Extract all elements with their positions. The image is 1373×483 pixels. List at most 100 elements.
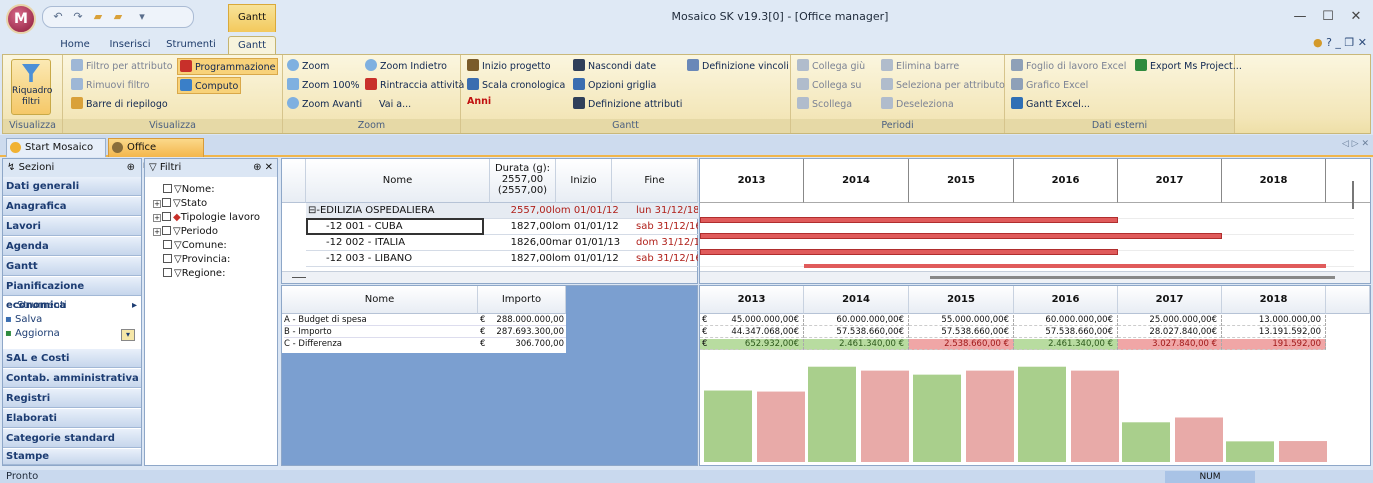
checkbox[interactable] xyxy=(162,198,171,207)
section-categorie[interactable]: Categorie standard xyxy=(3,429,141,448)
table-row[interactable]: -12 002 - ITALIA 1826,00 mar 01/01/13 do… xyxy=(306,235,698,251)
col-nome[interactable]: Nome xyxy=(306,159,490,203)
dropdown-icon[interactable]: ▾ xyxy=(121,329,135,341)
sub-salva[interactable]: ▪ Salva xyxy=(5,313,42,327)
collega-giu-button[interactable]: Collega giù xyxy=(797,58,865,75)
tab-nav-icon[interactable]: ◁ ▷ ✕ xyxy=(1342,139,1369,149)
checkbox[interactable] xyxy=(162,212,171,221)
filter-stato[interactable]: + ▽Stato xyxy=(153,197,207,210)
gantt-excel-button[interactable]: Gantt Excel... xyxy=(1011,96,1090,113)
gantt-bar-cuba[interactable] xyxy=(700,217,1118,223)
filter-comune[interactable]: ▽Comune: xyxy=(163,239,227,252)
gantt-hscrollbar[interactable] xyxy=(700,271,1370,283)
opzioni-griglia-button[interactable]: Opzioni griglia xyxy=(573,77,656,94)
collega-su-button[interactable]: Collega su xyxy=(797,77,861,94)
table-row[interactable]: C - Differenza €306.700,00 xyxy=(284,339,566,350)
pin-close-icon[interactable]: ⊕ ✕ xyxy=(253,159,273,177)
vertical-scroll-thumb[interactable] xyxy=(1352,181,1354,209)
section-agenda[interactable]: Agenda xyxy=(3,237,141,256)
computo-button[interactable]: Computo xyxy=(177,77,242,94)
filter-provincia[interactable]: ▽Provincia: xyxy=(163,253,230,266)
expand-icon[interactable]: + xyxy=(153,200,161,208)
grafico-excel-button[interactable]: Grafico Excel xyxy=(1011,77,1088,94)
mdi-min-icon[interactable]: _ xyxy=(1335,36,1341,49)
tab-strumenti[interactable]: Strumenti xyxy=(162,36,220,54)
table-row[interactable]: -12 001 - CUBA 1827,00 lom 01/01/12 sab … xyxy=(306,218,698,235)
expand-icon[interactable]: + xyxy=(153,228,161,236)
scala-cronologica-button[interactable]: Scala cronologica xyxy=(467,77,565,94)
filter-tipologie[interactable]: + ◆Tipologie lavoro xyxy=(153,211,260,224)
definizione-vincoli-button[interactable]: Definizione vincoli xyxy=(687,58,789,75)
help-icon[interactable]: ? xyxy=(1326,36,1332,49)
maximize-icon[interactable]: ☐ xyxy=(1318,8,1338,26)
section-gantt[interactable]: Gantt xyxy=(3,257,141,276)
scollega-button[interactable]: Scollega xyxy=(797,96,852,113)
pin-icon[interactable]: ⊕ xyxy=(127,159,135,177)
barre-riepilogo-button[interactable]: Barre di riepilogo xyxy=(71,96,168,113)
checkbox[interactable] xyxy=(163,184,172,193)
sub-strumenti[interactable]: Strumenti ▸ xyxy=(17,299,137,313)
horizontal-scrollbar[interactable] xyxy=(282,271,697,283)
checkbox[interactable] xyxy=(162,226,171,235)
table-row[interactable]: A - Budget di spesa €288.000.000,00 xyxy=(284,315,566,326)
zoom-indietro-button[interactable]: Zoom Indietro xyxy=(365,58,447,75)
app-menu-button[interactable]: M xyxy=(6,4,36,34)
close-icon[interactable]: ✕ xyxy=(1346,8,1366,26)
elimina-barre-button[interactable]: Elimina barre xyxy=(881,58,959,75)
tab-office-manager[interactable]: Office manager xyxy=(108,138,204,171)
expand-icon[interactable]: + xyxy=(153,214,161,222)
vai-a-button[interactable]: Vai a... xyxy=(379,96,411,113)
section-contab[interactable]: Contab. amministrativa xyxy=(3,369,141,388)
col-fine[interactable]: Fine xyxy=(612,159,698,203)
export-ms-project-button[interactable]: Export Ms Project... xyxy=(1135,58,1242,75)
scroll-thumb[interactable] xyxy=(930,276,1335,279)
anni-label[interactable]: Anni xyxy=(467,93,491,110)
section-elaborati[interactable]: Elaborati xyxy=(3,409,141,428)
section-stampe[interactable]: Stampe xyxy=(3,449,141,465)
nascondi-date-button[interactable]: Nascondi date xyxy=(573,58,656,75)
minimize-icon[interactable]: — xyxy=(1290,8,1310,26)
gantt-bar-italia[interactable] xyxy=(700,233,1222,239)
gantt-bar-libano[interactable] xyxy=(700,249,1118,255)
definizione-attributi-button[interactable]: Definizione attributi xyxy=(573,96,682,113)
zoom100-button[interactable]: Zoom 100% xyxy=(287,77,360,94)
table-row[interactable]: B - Importo €287.693.300,00 xyxy=(284,327,566,338)
section-sal-costi[interactable]: SAL e Costi xyxy=(3,349,141,368)
rintraccia-button[interactable]: Rintraccia attività xyxy=(365,77,464,94)
section-registri[interactable]: Registri xyxy=(3,389,141,408)
col-nome[interactable]: Nome xyxy=(282,286,478,314)
section-pianificazione[interactable]: Pianificazione economica xyxy=(3,277,141,311)
save-folder-icon[interactable]: ▰ xyxy=(111,10,125,24)
filtro-attributo-button[interactable]: Filtro per attributo xyxy=(71,58,173,75)
tab-inserisci[interactable]: Inserisci xyxy=(104,36,156,54)
filter-periodo[interactable]: + ▽Periodo xyxy=(153,225,218,238)
user-icon[interactable]: ● xyxy=(1313,36,1323,49)
table-row[interactable]: ⊟-EDILIZIA OSPEDALIERA 2557,00 lom 01/01… xyxy=(306,203,698,219)
checkbox[interactable] xyxy=(163,240,172,249)
inizio-progetto-button[interactable]: Inizio progetto xyxy=(467,58,551,75)
section-lavori[interactable]: Lavori xyxy=(3,217,141,236)
checkbox[interactable] xyxy=(163,268,172,277)
sub-aggiorna[interactable]: ▪ Aggiorna ▾ xyxy=(5,327,139,341)
mdi-restore-icon[interactable]: ❐ xyxy=(1344,36,1354,49)
rimuovi-filtro-button[interactable]: Rimuovi filtro xyxy=(71,77,149,94)
tab-home[interactable]: Home xyxy=(52,36,98,54)
col-importo[interactable]: Importo xyxy=(478,286,566,314)
col-inizio[interactable]: Inizio xyxy=(556,159,612,203)
gantt-bar-partial[interactable] xyxy=(804,264,1326,268)
tab-gantt[interactable]: Gantt xyxy=(228,36,276,54)
col-durata[interactable]: Durata (g): 2557,00 (2557,00) xyxy=(490,159,556,203)
tab-start-mosaico[interactable]: Start Mosaico xyxy=(6,138,106,157)
seleziona-attributo-button[interactable]: Seleziona per attributo xyxy=(881,77,1005,94)
customize-qat-icon[interactable]: ▾ xyxy=(135,10,149,24)
section-dati-generali[interactable]: Dati generali xyxy=(3,177,141,196)
filter-regione[interactable]: ▽Regione: xyxy=(163,267,225,280)
section-anagrafica[interactable]: Anagrafica xyxy=(3,197,141,216)
checkbox[interactable] xyxy=(163,254,172,263)
mdi-close-icon[interactable]: ✕ xyxy=(1358,36,1367,49)
foglio-excel-button[interactable]: Foglio di lavoro Excel xyxy=(1011,58,1126,75)
table-row[interactable]: -12 003 - LIBANO 1827,00 lom 01/01/12 sa… xyxy=(306,251,698,267)
programmazione-button[interactable]: Programmazione xyxy=(177,58,279,75)
redo-icon[interactable]: ↷ xyxy=(71,10,85,24)
scroll-thumb[interactable] xyxy=(292,277,306,278)
